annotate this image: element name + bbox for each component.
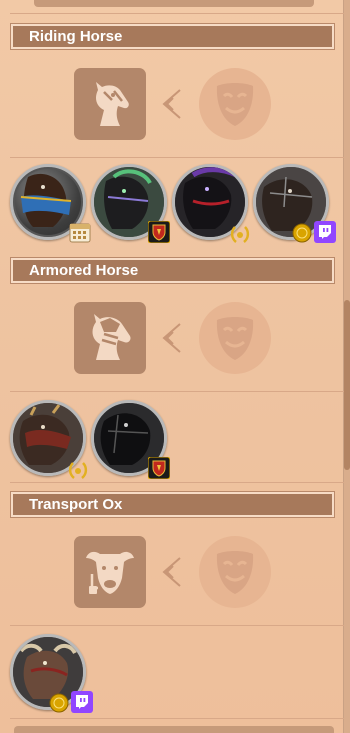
- divider: [10, 13, 344, 14]
- skin-card[interactable]: [10, 164, 91, 243]
- upgrade-row-armored-horse: [0, 302, 344, 376]
- transport-ox-slot[interactable]: [74, 536, 146, 608]
- armored-horse-icon: [92, 314, 131, 360]
- armored-horse-slot[interactable]: [74, 302, 146, 374]
- riding-horse-icon: [96, 82, 129, 126]
- skin-card[interactable]: [91, 400, 170, 479]
- section-header-armored-horse: Armored Horse: [11, 258, 334, 283]
- chevron-left-icon: [162, 89, 181, 119]
- skin-card[interactable]: [10, 400, 88, 479]
- skin-card[interactable]: [172, 164, 250, 243]
- skin-card[interactable]: [91, 164, 170, 243]
- divider: [10, 718, 344, 719]
- divider: [10, 157, 344, 158]
- upgrade-row-riding-horse: [0, 68, 344, 142]
- skin-card[interactable]: [10, 634, 93, 713]
- laurel-icon: [229, 223, 251, 245]
- mask-icon: [216, 551, 254, 594]
- scrollbar[interactable]: [344, 0, 350, 733]
- gold-coin-icon: [292, 223, 312, 243]
- guild-shield-icon: [148, 457, 170, 479]
- section-header-transport-ox: Transport Ox: [11, 492, 334, 517]
- skins-row-transport-ox: [0, 634, 344, 714]
- skins-row-armored-horse: [0, 400, 344, 480]
- mask-icon: [216, 317, 254, 360]
- skins-row-riding-horse: [0, 164, 344, 244]
- calendar-icon: [69, 221, 91, 243]
- riding-horse-slot[interactable]: [74, 68, 146, 140]
- divider: [10, 625, 344, 626]
- transport-ox-icon: [86, 551, 134, 594]
- divider: [10, 391, 344, 392]
- top-edge: [34, 0, 314, 7]
- chevron-left-icon: [162, 323, 181, 353]
- scrollbar-thumb[interactable]: [344, 300, 350, 470]
- locked-skin-slot[interactable]: [199, 302, 271, 374]
- skin-card[interactable]: [253, 164, 336, 243]
- section-header-riding-horse: Riding Horse: [11, 24, 334, 49]
- mask-icon: [216, 83, 254, 126]
- locked-skin-slot[interactable]: [199, 68, 271, 140]
- laurel-icon: [67, 459, 89, 481]
- gold-coin-icon: [49, 693, 69, 713]
- twitch-icon: [314, 221, 336, 243]
- bottom-edge: [14, 726, 334, 733]
- locked-skin-slot[interactable]: [199, 536, 271, 608]
- twitch-icon: [71, 691, 93, 713]
- chevron-left-icon: [162, 557, 181, 587]
- upgrade-row-transport-ox: [0, 536, 344, 610]
- guild-shield-icon: [148, 221, 170, 243]
- divider: [10, 482, 344, 483]
